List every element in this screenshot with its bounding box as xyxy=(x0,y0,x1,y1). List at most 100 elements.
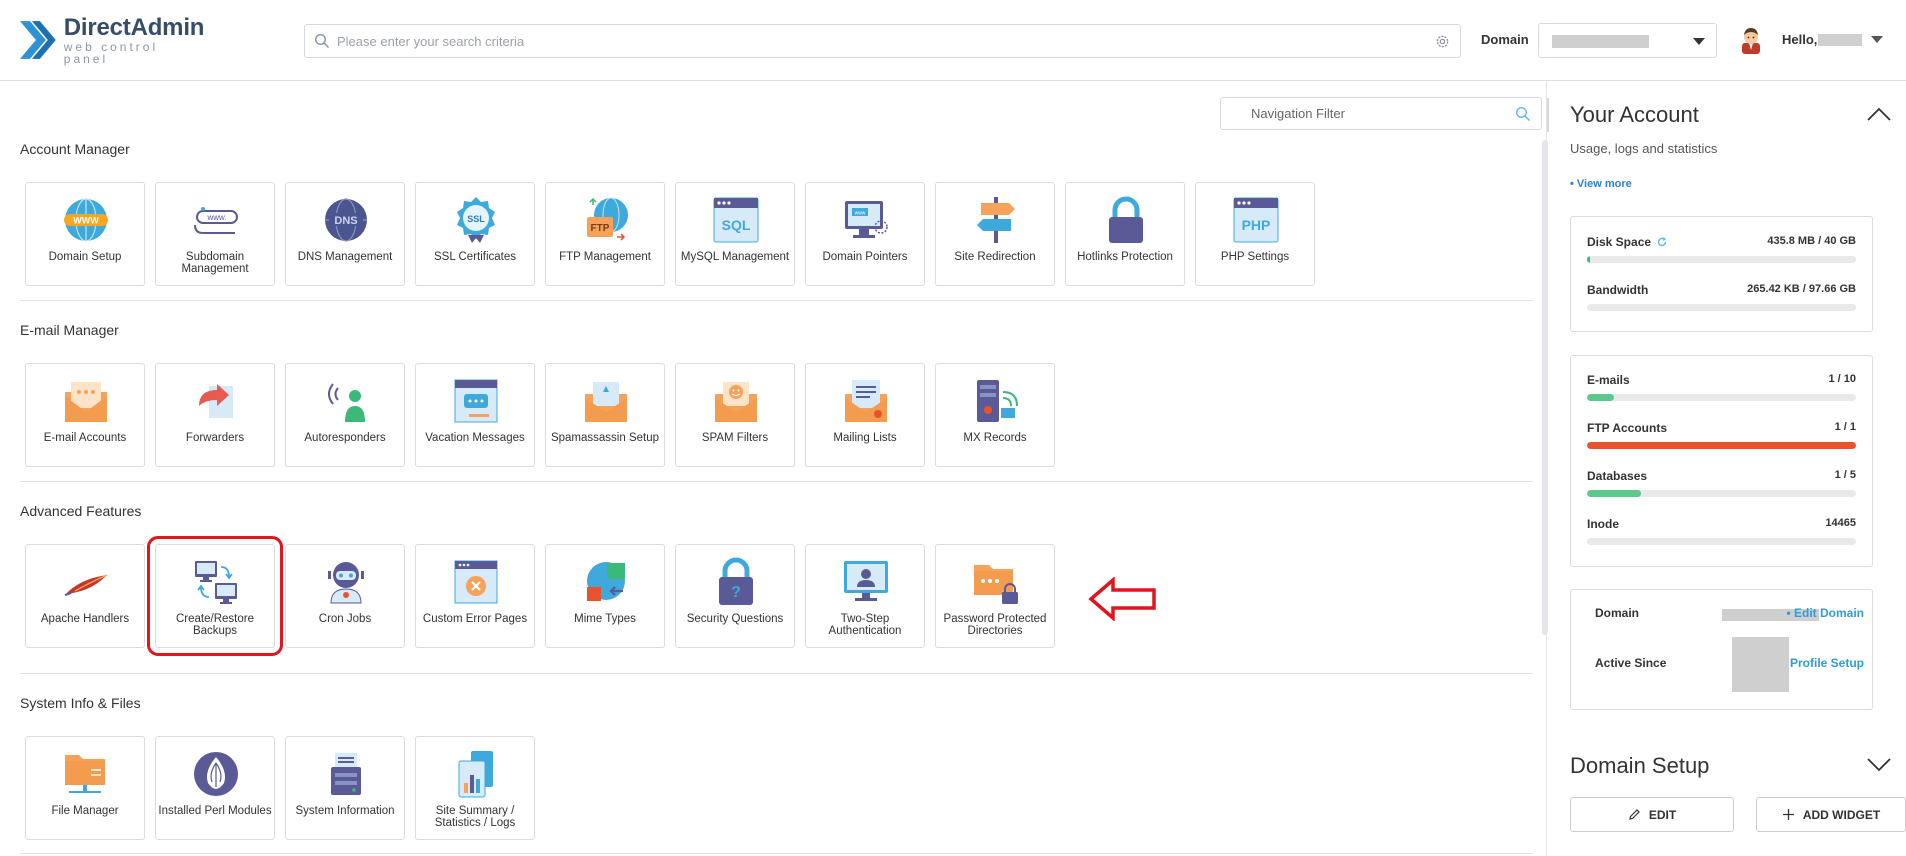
tile-cron-jobs[interactable]: Cron Jobs xyxy=(285,544,405,648)
icon-text-ftp: FTP xyxy=(591,223,610,234)
tile-vacation-messages[interactable]: Vacation Messages xyxy=(415,363,535,467)
databases-bar xyxy=(1587,490,1856,497)
section-divider xyxy=(20,481,1533,482)
search-input[interactable] xyxy=(337,25,1417,57)
user-avatar[interactable] xyxy=(1738,26,1764,54)
domain-label: Domain xyxy=(1481,32,1529,47)
navigation-filter[interactable] xyxy=(1220,97,1542,130)
tile-label: SSL Certificates xyxy=(433,251,517,263)
databases-stat: Databases 1 / 5 xyxy=(1587,469,1856,505)
mailing-list-icon xyxy=(845,380,887,422)
gear-icon[interactable] xyxy=(1434,33,1451,50)
error-page-icon xyxy=(454,560,498,604)
tile-label: Forwarders xyxy=(185,432,245,444)
limits-card: E-mails 1 / 10 FTP Accounts 1 / 1 Databa… xyxy=(1570,355,1873,567)
bandwidth-label: Bandwidth xyxy=(1587,283,1649,297)
forward-mail-icon xyxy=(199,384,233,418)
svg-text:www: www xyxy=(855,211,866,217)
tile-spam-filters[interactable]: SPAM Filters xyxy=(675,363,795,467)
tile-label: MySQL Management xyxy=(680,251,790,263)
tile-label: Subdomain Management xyxy=(181,251,249,275)
view-more-link[interactable]: • View more xyxy=(1570,178,1632,190)
tile-ftp-management[interactable]: FTP FTP Management xyxy=(545,182,665,286)
tile-label: Spamassassin Setup xyxy=(550,432,660,444)
disk-space-label: Disk Space xyxy=(1587,235,1652,249)
ftp-accounts-bar xyxy=(1587,442,1856,449)
tile-domain-setup[interactable]: WWW Domain Setup xyxy=(25,182,145,286)
tile-ssl-certificates[interactable]: SSL SSL Certificates xyxy=(415,182,535,286)
global-search[interactable] xyxy=(304,24,1461,58)
your-account-title: Your Account xyxy=(1570,102,1699,127)
section-divider xyxy=(20,853,1533,854)
tile-mime-types[interactable]: Mime Types xyxy=(545,544,665,648)
tile-label: E-mail Accounts xyxy=(43,432,127,444)
tile-system-information[interactable]: System Information xyxy=(285,736,405,840)
tile-autoresponders[interactable]: Autoresponders xyxy=(285,363,405,467)
domain-setup-title: Domain Setup xyxy=(1570,753,1710,778)
refresh-icon[interactable] xyxy=(1657,237,1667,247)
tile-php-settings[interactable]: PHP PHP Settings xyxy=(1195,182,1315,286)
inode-bar xyxy=(1587,538,1856,545)
chevron-down-icon[interactable] xyxy=(1866,756,1892,772)
tile-label: Domain Setup xyxy=(48,251,122,263)
redacted-active-since xyxy=(1732,637,1789,692)
autoresponder-icon xyxy=(328,383,365,422)
chevron-down-icon xyxy=(1693,38,1705,45)
active-since-row: Active Since • Profile Setup xyxy=(1595,656,1864,674)
main-scrollbar[interactable] xyxy=(1542,140,1548,635)
bandwidth-value: 265.42 KB / 97.66 GB xyxy=(1747,283,1856,295)
tile-create-restore-backups[interactable]: Create/Restore Backups xyxy=(147,536,283,656)
splitter-handle[interactable] xyxy=(1547,98,1549,132)
tile-apache-handlers[interactable]: Apache Handlers xyxy=(25,544,145,648)
tile-security-questions[interactable]: ? Security Questions xyxy=(675,544,795,648)
tile-two-step-authentication[interactable]: Two-Step Authentication xyxy=(805,544,925,648)
protected-folder-icon xyxy=(974,565,1018,604)
navigation-filter-input[interactable] xyxy=(1251,98,1501,129)
mysql-database-icon: SQL xyxy=(713,197,759,243)
domain-select[interactable] xyxy=(1538,23,1717,58)
icon-text-dns: DNS xyxy=(334,215,357,227)
tile-domain-pointers[interactable]: www Domain Pointers xyxy=(805,182,925,286)
ssl-badge-icon: SSL xyxy=(457,197,495,243)
add-widget-button[interactable]: ADD WIDGET xyxy=(1756,797,1906,832)
tile-site-summary-statistics-logs[interactable]: Site Summary / Statistics / Logs xyxy=(415,736,535,840)
tile-password-protected-directories[interactable]: Password Protected Directories xyxy=(935,544,1055,648)
tile-file-manager[interactable]: File Manager xyxy=(25,736,145,840)
tile-dns-management[interactable]: DNS DNS Management xyxy=(285,182,405,286)
top-header: DirectAdmin web control panel Domain Hel… xyxy=(0,0,1906,81)
add-widget-button-label: ADD WIDGET xyxy=(1802,807,1881,822)
directadmin-logo[interactable]: DirectAdmin web control panel xyxy=(18,15,208,65)
user-menu-chevron-icon[interactable] xyxy=(1871,36,1883,43)
tile-mailing-lists[interactable]: Mailing Lists xyxy=(805,363,925,467)
chevron-up-icon[interactable] xyxy=(1866,106,1892,122)
tile-hotlinks-protection[interactable]: Hotlinks Protection xyxy=(1065,182,1185,286)
tile-email-accounts[interactable]: E-mail Accounts xyxy=(25,363,145,467)
bandwidth-bar xyxy=(1587,304,1856,311)
tile-subdomain-management[interactable]: www. Subdomain Management xyxy=(155,182,275,286)
search-icon xyxy=(1516,107,1530,121)
emails-bar xyxy=(1587,394,1856,401)
tile-label: FTP Management xyxy=(559,251,651,263)
envelope-icon xyxy=(65,382,107,422)
emails-stat: E-mails 1 / 10 xyxy=(1587,373,1856,409)
tile-label: DNS Management xyxy=(297,251,393,263)
tile-label: Domain Pointers xyxy=(822,251,908,263)
tile-mysql-management[interactable]: SQL MySQL Management xyxy=(675,182,795,286)
perl-onion-icon xyxy=(194,752,238,796)
edit-domain-link[interactable]: • Edit Domain xyxy=(1786,606,1864,620)
tile-mx-records[interactable]: MX Records xyxy=(935,363,1055,467)
section-divider xyxy=(20,673,1533,674)
tile-custom-error-pages[interactable]: Custom Error Pages xyxy=(415,544,535,648)
tile-forwarders[interactable]: Forwarders xyxy=(155,363,275,467)
tile-label: Installed Perl Modules xyxy=(158,805,272,817)
tile-spamassassin-setup[interactable]: Spamassassin Setup xyxy=(545,363,665,467)
folder-icon xyxy=(65,755,105,793)
tile-label: SPAM Filters xyxy=(701,432,769,444)
emails-label: E-mails xyxy=(1587,373,1630,387)
your-account-subtitle: Usage, logs and statistics xyxy=(1570,141,1718,156)
tile-installed-perl-modules[interactable]: Installed Perl Modules xyxy=(155,736,275,840)
edit-button[interactable]: EDIT xyxy=(1570,797,1734,832)
tile-label: Vacation Messages xyxy=(425,432,525,444)
profile-setup-link[interactable]: • Profile Setup xyxy=(1782,656,1864,670)
tile-site-redirection[interactable]: Site Redirection xyxy=(935,182,1055,286)
